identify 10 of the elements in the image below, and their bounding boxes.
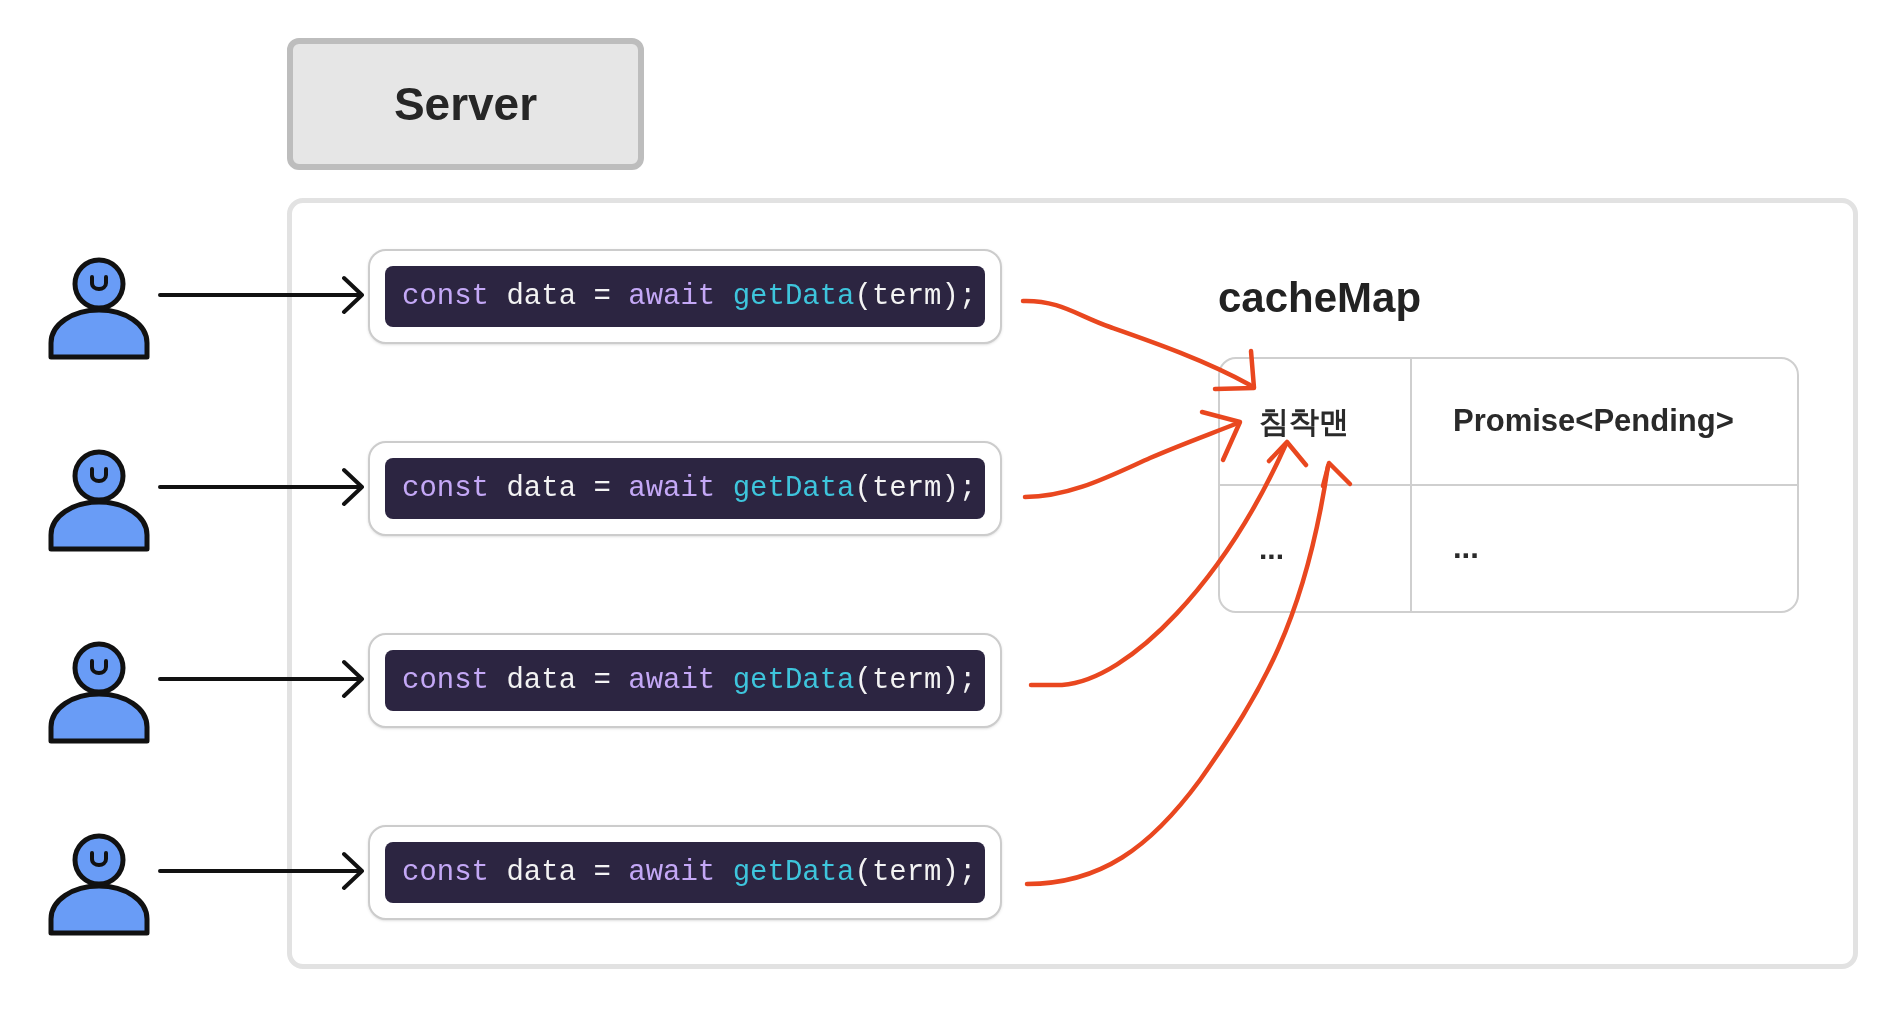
table-cell: 침착맨 xyxy=(1220,359,1412,486)
user-icon xyxy=(46,257,152,361)
server-node: Server xyxy=(287,38,644,170)
user-icon xyxy=(46,449,152,553)
table-cell-text: ... xyxy=(1452,529,1480,568)
table-cell: ... xyxy=(1220,486,1412,611)
user-icon xyxy=(46,833,152,937)
table-cell: Promise<Pending> xyxy=(1412,359,1797,486)
map-title: cacheMap xyxy=(1218,277,1422,319)
user-icon xyxy=(46,641,152,745)
